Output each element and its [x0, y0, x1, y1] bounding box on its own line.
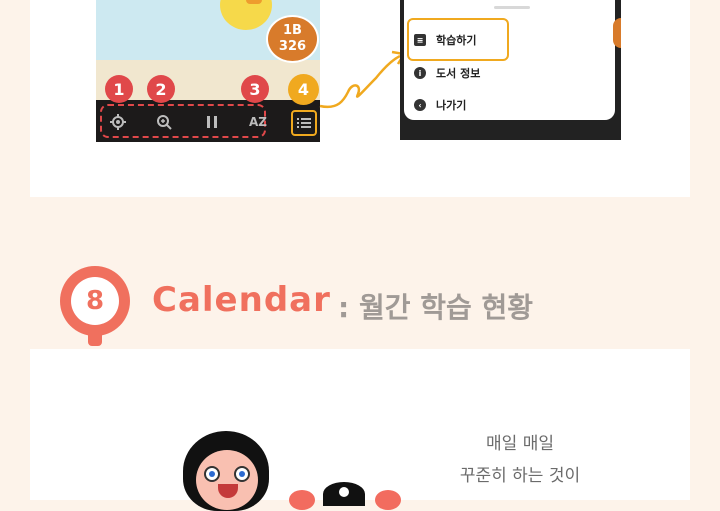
crab-right-claw [375, 490, 401, 510]
caption-line-2: 꾸준히 하는 것이 [459, 466, 581, 486]
section-title-en: Calendar [152, 280, 331, 320]
page-score-badge: 1B 326 [266, 15, 319, 63]
info-icon: i [414, 67, 426, 79]
gear-icon [110, 114, 126, 130]
menu-button[interactable] [291, 110, 317, 136]
section-title-ko: : 월간 학습 현황 [338, 291, 534, 324]
badge-3: 3 [241, 75, 269, 103]
marker-stem [88, 332, 102, 346]
section-number-marker: 8 [60, 266, 130, 336]
ebook-reader-screenshot: 1B 326 AZ [96, 0, 320, 142]
menu-item-book-info[interactable]: i 도서 정보 [414, 59, 480, 87]
score-label: 1B [283, 23, 302, 38]
zoom-in-icon [157, 115, 172, 130]
section-number: 8 [71, 277, 119, 325]
study-item-highlight [407, 18, 509, 61]
connector-arrow [319, 50, 407, 109]
handwritten-caption: 매일 매일 꾸준히 하는 것이 [435, 428, 605, 492]
badge-2: 2 [147, 75, 175, 103]
pause-button[interactable] [200, 110, 224, 134]
score-value: 326 [278, 39, 307, 54]
bird-beak [246, 0, 262, 4]
badge-1: 1 [105, 75, 133, 103]
back-icon: ‹ [414, 99, 426, 111]
skull-icon [339, 487, 349, 497]
dictionary-button[interactable]: AZ [246, 110, 270, 134]
pause-icon [207, 116, 217, 128]
menu-item-label: 나가기 [436, 99, 467, 112]
list-icon [297, 118, 311, 128]
girl-character-face [196, 450, 258, 510]
menu-item-exit[interactable]: ‹ 나가기 [414, 91, 466, 119]
az-label: AZ [249, 115, 267, 129]
menu-item-label: 도서 정보 [436, 67, 481, 80]
background-badge-edge [613, 18, 621, 48]
settings-button[interactable] [106, 110, 130, 134]
badge-4: 4 [288, 74, 319, 105]
zoom-button[interactable] [152, 110, 176, 134]
caption-line-1: 매일 매일 [486, 434, 554, 454]
section-header: 8 Calendar : 월간 학습 현황 [60, 266, 680, 350]
girl-left-eye [204, 466, 220, 482]
crab-left-claw [289, 490, 315, 510]
sheet-grabber [494, 6, 530, 9]
girl-right-eye [234, 466, 250, 482]
